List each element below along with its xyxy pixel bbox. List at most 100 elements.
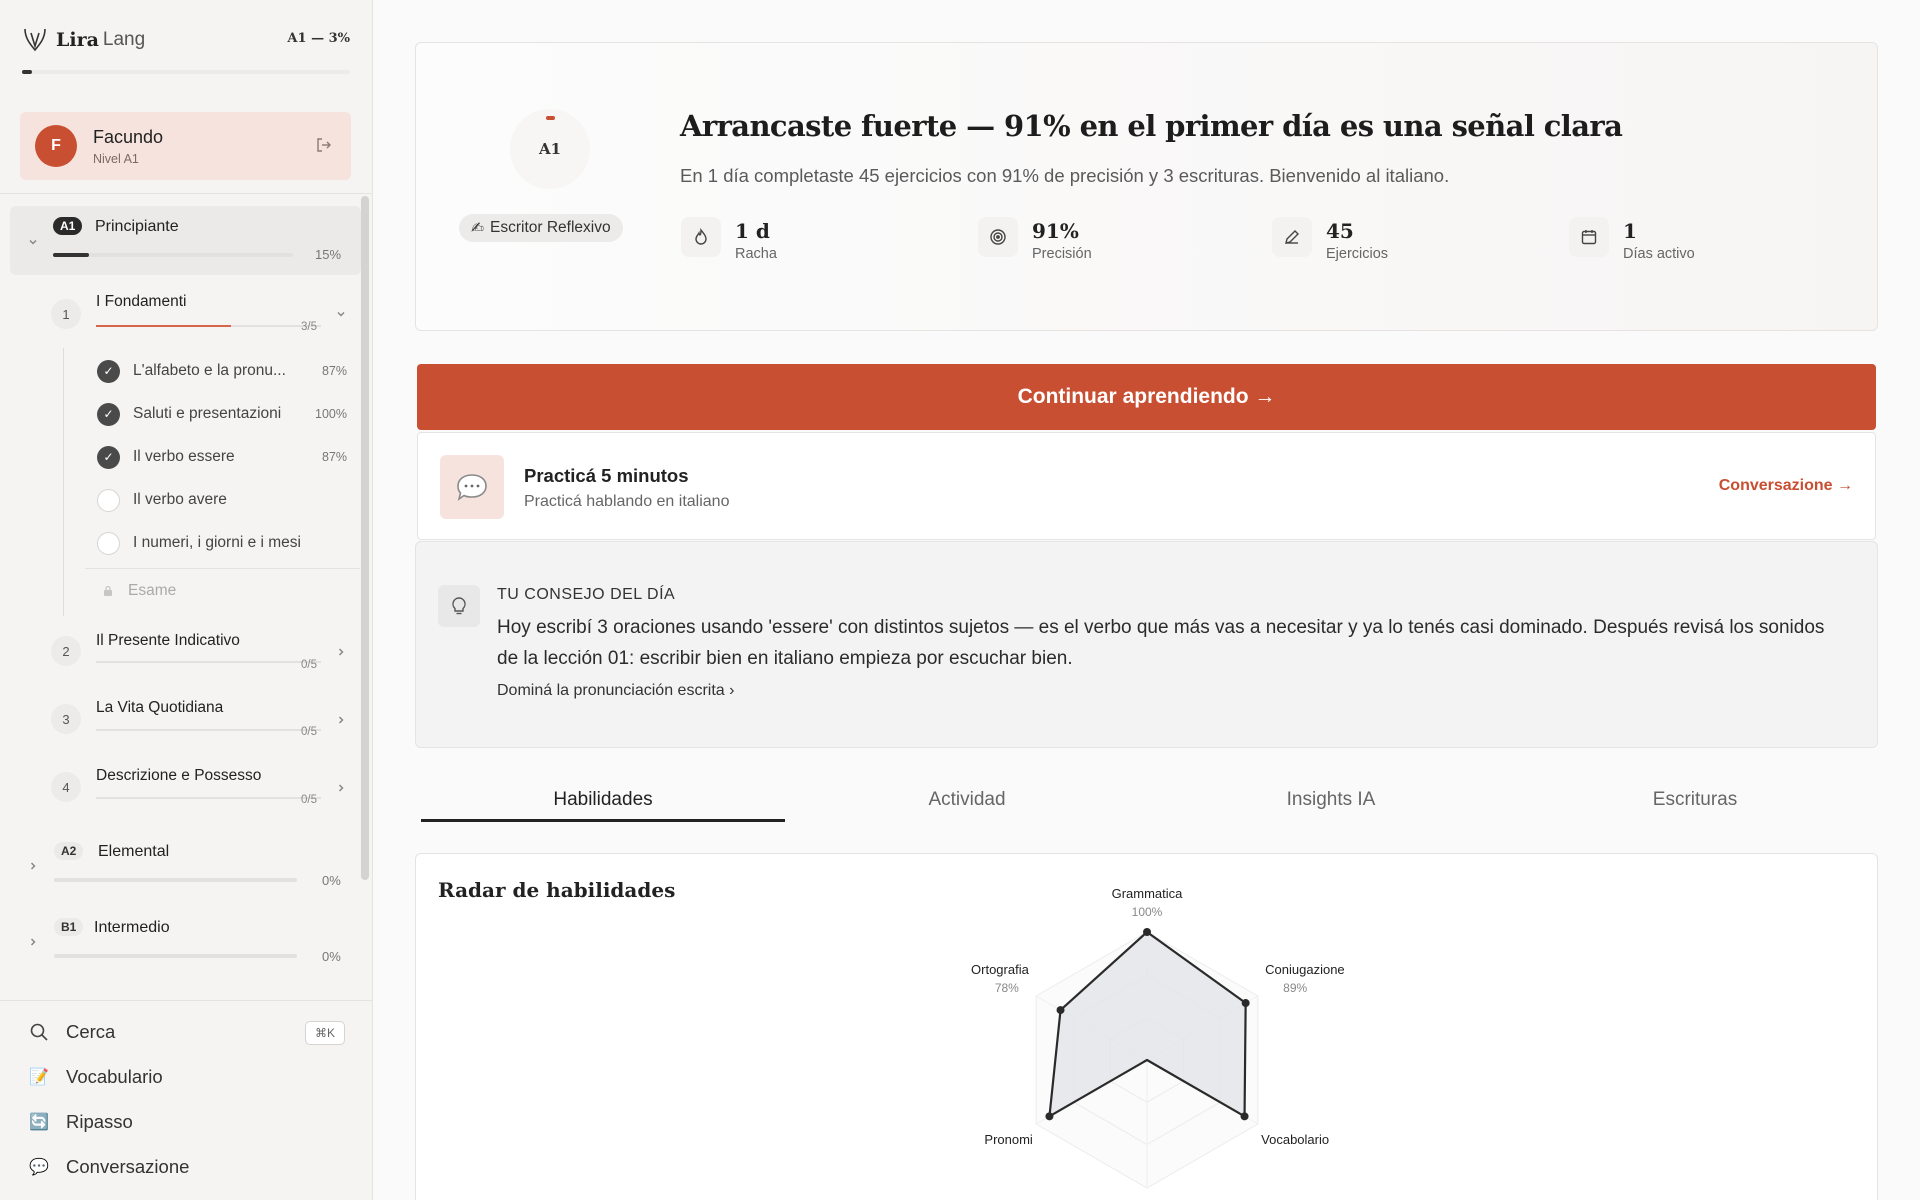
unit-count: 0/5 <box>301 726 317 738</box>
level-ring-label: A1 <box>538 140 562 158</box>
divider <box>0 193 373 194</box>
stat-value: 1 <box>1623 219 1637 243</box>
level-a1-header[interactable]: A1 Principiante 15% <box>10 206 361 275</box>
search-nav[interactable]: Cerca <box>28 1021 115 1043</box>
tip-link[interactable]: Dominá la pronunciación escrita › <box>497 682 734 700</box>
target-icon <box>978 217 1018 257</box>
lesson-item[interactable]: Il verbo avere <box>97 488 347 512</box>
user-card[interactable]: F Facundo Nivel A1 <box>20 112 351 180</box>
empty-circle-icon <box>97 488 120 512</box>
vocab-nav[interactable]: 📝 Vocabulario <box>28 1066 163 1088</box>
level-title: Intermedio <box>94 919 170 936</box>
unit-number: 3 <box>51 704 81 734</box>
practice-subtitle: Practicá hablando en italiano <box>524 493 730 510</box>
conversation-nav[interactable]: 💬 Conversazione <box>28 1156 189 1178</box>
hero-subtitle: En 1 día completaste 45 ejercicios con 9… <box>680 165 1450 186</box>
check-icon: ✓ <box>97 359 120 383</box>
chevron-right-icon: › <box>729 682 735 699</box>
conversation-label: Conversazione <box>66 1156 190 1177</box>
stat-value: 1 d <box>735 219 770 243</box>
radar-value-label: 89% <box>1283 981 1307 995</box>
lesson-tree-line <box>63 348 64 616</box>
level-pct: 0% <box>322 873 341 888</box>
conversation-link[interactable]: Conversazione → <box>1719 477 1853 495</box>
exam-label: Esame <box>128 582 177 599</box>
lesson-item[interactable]: ✓ Il verbo essere 87% <box>97 445 347 469</box>
level-title: Principiante <box>95 218 179 235</box>
radar-axis-label: Grammatica <box>1112 886 1184 901</box>
chevron-right-icon <box>338 648 344 656</box>
tip-body: Hoy escribí 3 oraciones usando 'essere' … <box>497 617 1825 669</box>
avatar: F <box>35 125 77 167</box>
calendar-icon <box>1569 217 1609 257</box>
refresh-icon: 🔄 <box>29 1114 49 1131</box>
unit-progress-bar <box>96 661 321 663</box>
flame-icon <box>681 217 721 257</box>
lyre-logo-icon <box>24 28 46 52</box>
lesson-item[interactable]: I numeri, i giorni e i mesi <box>97 531 347 555</box>
stat-label: Ejercicios <box>1326 246 1389 262</box>
tab-actividad[interactable]: Actividad <box>785 780 1149 822</box>
lesson-label: Il verbo essere <box>133 448 235 465</box>
lesson-label: Il verbo avere <box>133 491 227 508</box>
chevron-down-icon <box>29 239 37 245</box>
tab-habilidades[interactable]: Habilidades <box>421 780 785 822</box>
radar-value-label: 78% <box>995 981 1019 995</box>
speech-bubble-icon <box>440 455 504 519</box>
review-nav[interactable]: 🔄 Ripasso <box>28 1111 133 1133</box>
lesson-pct: 87% <box>321 450 347 464</box>
lock-icon <box>104 585 112 596</box>
stat-label: Precisión <box>1032 246 1092 262</box>
level-pct: 0% <box>322 949 341 964</box>
radar-point <box>1240 1112 1249 1121</box>
lesson-label: I numeri, i giorni e i mesi <box>133 534 301 551</box>
unit-title: La Vita Quotidiana <box>96 699 224 716</box>
radar-card: Radar de habilidades Grammatica 100% Coniu… <box>415 853 1878 1200</box>
daily-tip-card: TU CONSEJO DEL DÍA Hoy escribí 3 oracion… <box>415 541 1878 748</box>
radar-axis-label: Coniugazione <box>1265 962 1345 977</box>
stat-label: Días activo <box>1623 246 1695 262</box>
radar-point <box>1045 1112 1054 1121</box>
divider <box>0 1000 373 1001</box>
notebook-icon: 📝 <box>29 1069 49 1086</box>
lightbulb-icon <box>438 585 480 627</box>
level-progress-bar <box>22 70 350 74</box>
logout-icon[interactable] <box>315 136 333 154</box>
continue-learning-button[interactable]: Continuar aprendiendo → <box>417 364 1876 430</box>
scrollbar[interactable] <box>361 196 369 880</box>
tab-insights[interactable]: Insights IA <box>1149 780 1513 822</box>
chevron-right-icon <box>30 862 36 870</box>
tip-heading: TU CONSEJO DEL DÍA <box>497 586 676 603</box>
radar-point <box>1143 928 1151 936</box>
user-name: Facundo <box>93 126 164 147</box>
check-icon: ✓ <box>97 402 120 426</box>
radar-point <box>1241 999 1250 1008</box>
exam-item: Esame <box>103 582 176 600</box>
stat-label: Racha <box>735 246 777 262</box>
shortcut-badge: ⌘K <box>305 1021 345 1045</box>
practice-card[interactable]: Practicá 5 minutos Practicá hablando en … <box>417 432 1876 540</box>
user-level: Nivel A1 <box>93 151 139 166</box>
brand-name-bold: Lira <box>56 29 99 51</box>
lesson-label: Saluti e presentazioni <box>133 405 282 422</box>
radar-chart: Grammatica 100% Coniugazione 89% Vocabolario… <box>971 886 1345 1189</box>
lesson-item[interactable]: ✓ L'alfabeto e la pronu... 87% <box>97 359 347 383</box>
level-badge: A1 <box>53 217 83 235</box>
radar-axis-label: Pronomi <box>984 1132 1033 1147</box>
lesson-item[interactable]: ✓ Saluti e presentazioni 100% <box>97 402 347 426</box>
empty-circle-icon <box>97 531 120 555</box>
tab-escrituras[interactable]: Escrituras <box>1513 780 1877 822</box>
brand[interactable]: Lira Lang <box>22 26 145 54</box>
achievement-label: Escritor Reflexivo <box>490 219 611 236</box>
achievement-badge[interactable]: ✍ Escritor Reflexivo <box>459 214 623 242</box>
vocab-label: Vocabulario <box>66 1066 163 1087</box>
level-badge: A2 <box>54 842 84 860</box>
radar-axis-label: Ortografia <box>971 962 1030 977</box>
stat-value: 91% <box>1032 219 1079 243</box>
level-pct: 15% <box>315 247 342 262</box>
chevron-down-icon <box>337 311 345 317</box>
writing-hand-icon: ✍ <box>471 219 484 237</box>
lesson-pct: 87% <box>321 364 347 378</box>
unit-title: Descrizione e Possesso <box>96 767 262 784</box>
stat-exercises: 45 Ejercicios <box>1272 217 1388 262</box>
